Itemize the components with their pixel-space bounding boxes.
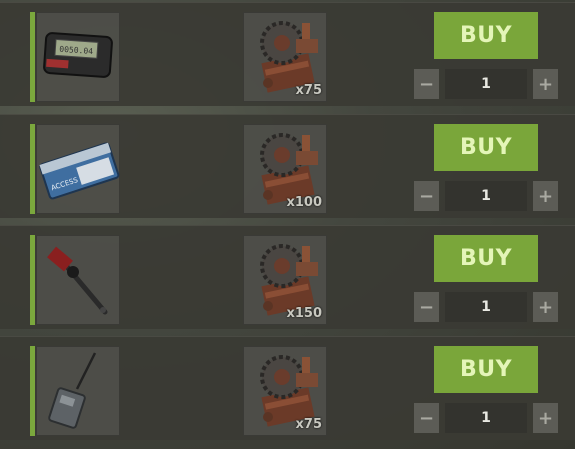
buy-button[interactable]: BUY — [434, 346, 538, 393]
increase-quantity-button[interactable]: + — [533, 403, 558, 433]
shop-offer-row: ACCESS x100 BUY − 1 + — [0, 114, 575, 218]
buy-button[interactable]: BUY — [434, 235, 538, 282]
decrease-quantity-button[interactable]: − — [414, 292, 439, 322]
cost-slot: x75 — [243, 12, 327, 102]
increase-quantity-button[interactable]: + — [533, 292, 558, 322]
quantity-input[interactable]: 1 — [445, 69, 527, 99]
decrease-quantity-button[interactable]: − — [414, 181, 439, 211]
cost-amount: x100 — [286, 195, 322, 210]
row-accent-bar — [30, 124, 35, 214]
buy-button[interactable]: BUY — [434, 124, 538, 171]
cost-amount: x75 — [295, 417, 322, 432]
increase-quantity-button[interactable]: + — [533, 181, 558, 211]
keycard-icon: ACCESS — [36, 124, 120, 214]
row-accent-bar — [30, 346, 35, 436]
quantity-input[interactable]: 1 — [445, 181, 527, 211]
cost-slot: x100 — [243, 124, 327, 214]
decrease-quantity-button[interactable]: − — [414, 69, 439, 99]
cost-amount: x150 — [286, 306, 322, 321]
buy-button[interactable]: BUY — [434, 12, 538, 59]
shop-offer-row: 0050.04 x75 BUY − 1 + — [0, 2, 575, 106]
torch-wand-icon — [36, 235, 120, 325]
row-accent-bar — [30, 235, 35, 325]
quantity-input[interactable]: 1 — [445, 292, 527, 322]
decrease-quantity-button[interactable]: − — [414, 403, 439, 433]
shop-offer-row: x75 BUY − 1 + — [0, 336, 575, 440]
shop-offer-row: x150 BUY − 1 + — [0, 225, 575, 329]
row-accent-bar — [30, 12, 35, 102]
increase-quantity-button[interactable]: + — [533, 69, 558, 99]
cost-slot: x150 — [243, 235, 327, 325]
radio-transmitter-icon — [36, 346, 120, 436]
cost-amount: x75 — [295, 83, 322, 98]
cost-slot: x75 — [243, 346, 327, 436]
pager-icon: 0050.04 — [36, 12, 120, 102]
quantity-input[interactable]: 1 — [445, 403, 527, 433]
